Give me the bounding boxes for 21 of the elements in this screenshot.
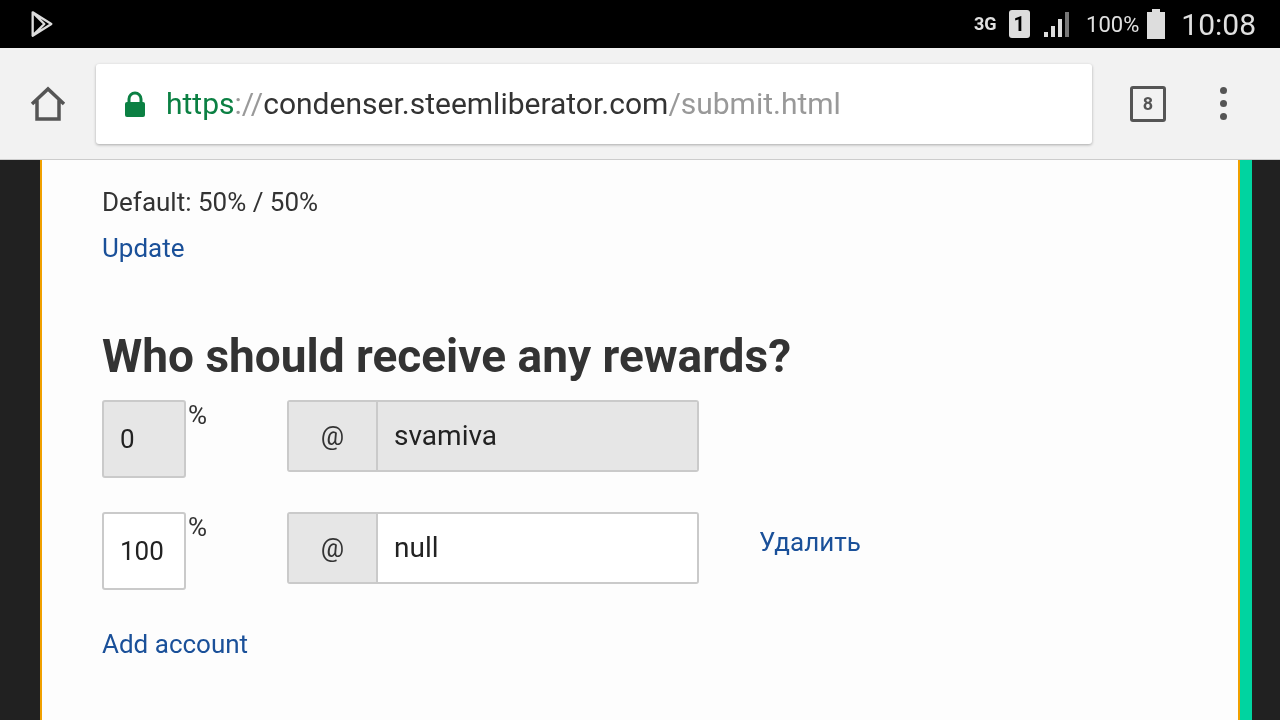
percent-sign: %	[188, 512, 208, 542]
at-sign: @	[289, 402, 379, 470]
add-account-link[interactable]: Add account	[102, 626, 249, 662]
default-split-text: Default: 50% / 50%	[102, 186, 320, 219]
percent-sign: %	[188, 400, 208, 430]
lock-icon	[124, 90, 146, 117]
account-field[interactable]: @ null	[287, 512, 700, 584]
at-sign: @	[289, 514, 379, 582]
percent-field[interactable]: 100	[102, 512, 186, 590]
rewards-heading: Who should receive any rewards?	[102, 328, 793, 384]
battery-icon	[1147, 9, 1166, 39]
url-text: https://condenser.steemliberator.com/submit.html	[166, 85, 841, 123]
clock: 10:08	[1181, 5, 1256, 44]
tab-switcher-button[interactable]: 8	[1130, 85, 1166, 122]
battery-label: 100%	[1086, 10, 1140, 39]
update-link[interactable]: Update	[102, 230, 185, 266]
home-icon	[29, 85, 67, 122]
sim-label: 1	[1008, 10, 1031, 38]
network-label: 3G	[973, 15, 997, 33]
address-bar[interactable]: https://condenser.steemliberator.com/submit.html	[96, 63, 1092, 144]
remove-link[interactable]: Удалить	[759, 524, 861, 560]
